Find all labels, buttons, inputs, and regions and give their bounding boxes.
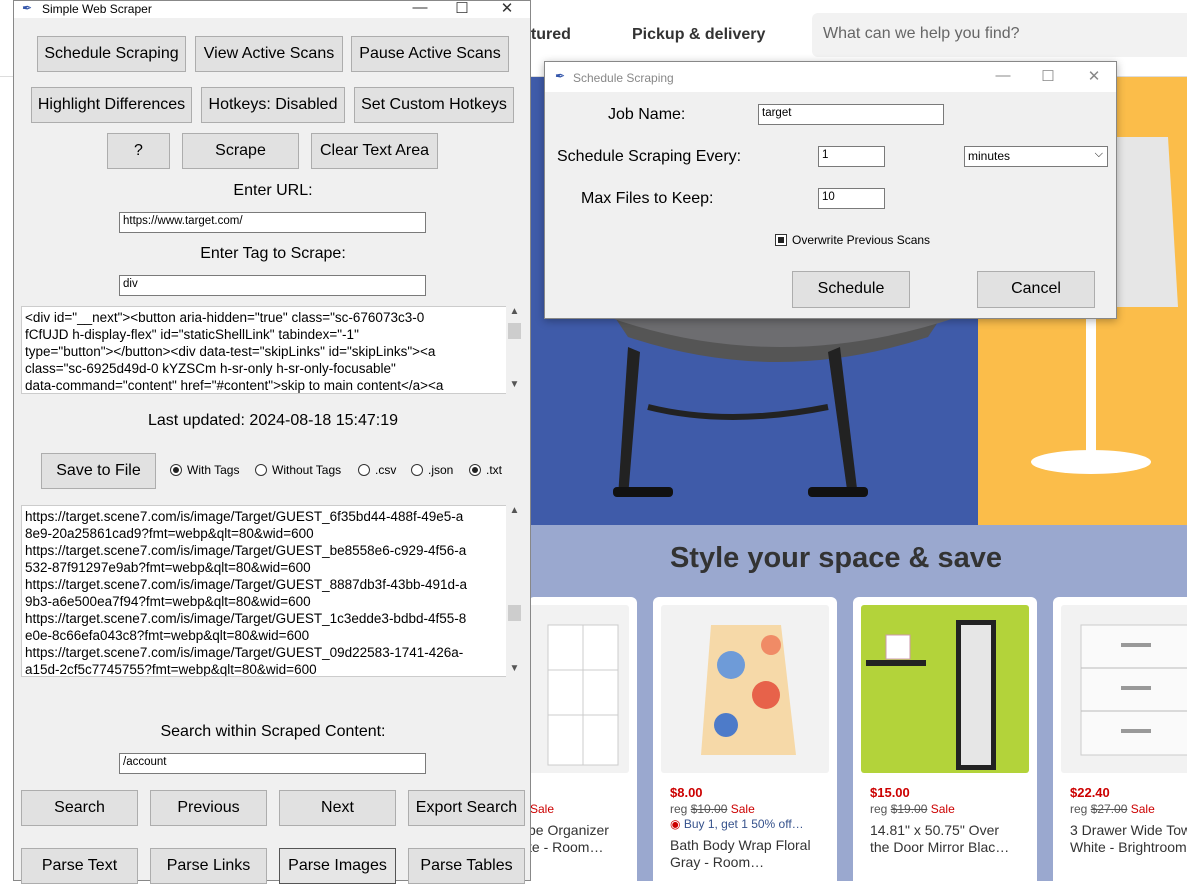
window-title: Simple Web Scraper [42,2,152,16]
html-output-textarea[interactable]: <div id="__next"><button aria-hidden="tr… [21,306,507,394]
scroll-thumb[interactable] [508,323,521,339]
radio-csv[interactable]: .csv [358,463,396,477]
schedule-button[interactable]: Schedule [792,271,910,308]
scroll-down-icon[interactable]: ▼ [506,663,523,677]
close-icon[interactable]: ✕ [1080,67,1108,85]
product-image [528,605,629,773]
max-files-input[interactable]: 10 [818,188,885,209]
radio-txt[interactable]: .txt [469,463,502,477]
feather-icon: ✒ [555,69,566,83]
maximize-icon[interactable]: ☐ [1034,67,1062,85]
job-name-label: Job Name: [608,106,686,123]
product-price: $22.40 [1070,785,1110,800]
html-output-scrollbar[interactable]: ▲ ▼ [506,306,523,394]
product-card-1[interactable]: Sale be Organizer te - Room… [528,597,637,887]
product-image [861,605,1029,773]
search-content-label: Search within Scraped Content: [160,723,386,740]
maximize-icon[interactable]: ☐ [448,0,476,17]
clear-text-area-button[interactable]: Clear Text Area [311,133,438,169]
parse-tables-button[interactable]: Parse Tables [408,848,525,884]
interval-unit-select[interactable]: minutes ⌵ [964,146,1108,167]
max-files-label: Max Files to Keep: [581,190,714,207]
save-to-file-button[interactable]: Save to File [41,453,156,489]
product-title[interactable]: 14.81" x 50.75" Over the Door Mirror Bla… [870,822,1009,856]
radio-selected-icon [170,464,182,476]
scraper-titlebar[interactable]: ✒ Simple Web Scraper — ☐ ✕ [14,0,530,18]
site-search-input[interactable]: What can we help you find? [812,13,1187,57]
scroll-thumb[interactable] [508,605,521,621]
radio-empty-icon [358,464,370,476]
parse-text-button[interactable]: Parse Text [21,848,138,884]
view-active-scans-button[interactable]: View Active Scans [195,36,343,72]
promo-target-icon: ◉ [670,817,681,831]
radio-empty-icon [411,464,423,476]
tag-label: Enter Tag to Scrape: [200,245,346,262]
parse-links-button[interactable]: Parse Links [150,848,267,884]
product-sale: Sale [530,802,555,816]
product-reg-price: reg $27.00 Sale [1070,802,1155,816]
radio-without-tags[interactable]: Without Tags [255,463,341,477]
pause-active-scans-button[interactable]: Pause Active Scans [351,36,509,72]
product-reg-price: reg $10.00 Sale [670,802,755,816]
product-promo: ◉ Buy 1, get 1 50% off… [670,817,804,831]
product-card-2[interactable]: $8.00 reg $10.00 Sale ◉ Buy 1, get 1 50%… [653,597,837,887]
search-content-input[interactable]: /account [119,753,426,774]
url-label: Enter URL: [233,182,313,199]
checkbox-checked-icon [775,234,787,246]
product-price: $15.00 [870,785,910,800]
previous-button[interactable]: Previous [150,790,267,826]
url-input[interactable]: https://www.target.com/ [119,212,426,233]
cancel-button[interactable]: Cancel [977,271,1095,308]
hotkeys-toggle-button[interactable]: Hotkeys: Disabled [201,87,345,123]
product-card-4[interactable]: $22.40 reg $27.00 Sale 3 Drawer Wide Tow… [1053,597,1187,887]
nav-pickup-delivery[interactable]: Pickup & delivery [632,26,765,44]
minimize-icon[interactable]: — [406,0,434,16]
product-reg-price: reg $19.00 Sale [870,802,955,816]
radio-selected-icon [469,464,481,476]
highlight-differences-button[interactable]: Highlight Differences [31,87,192,123]
interval-unit-value: minutes [968,149,1011,163]
scroll-down-icon[interactable]: ▼ [506,379,523,393]
minimize-icon[interactable]: — [989,67,1017,84]
scrape-button[interactable]: Scrape [182,133,299,169]
images-output-scrollbar[interactable]: ▲ ▼ [506,505,523,677]
product-image [1061,605,1187,773]
promo-title: Style your space & save [669,542,1003,574]
radio-empty-icon [255,464,267,476]
scroll-up-icon[interactable]: ▲ [506,505,523,519]
schedule-scraping-button[interactable]: Schedule Scraping [37,36,186,72]
help-button[interactable]: ? [107,133,170,169]
scraper-window: ✒ Simple Web Scraper — ☐ ✕ Schedule Scra… [13,0,531,884]
product-title[interactable]: be Organizer te - Room… [528,822,609,856]
radio-json[interactable]: .json [411,463,453,477]
images-output-textarea[interactable]: https://target.scene7.com/is/image/Targe… [21,505,507,677]
schedule-every-input[interactable]: 1 [818,146,885,167]
scroll-up-icon[interactable]: ▲ [506,306,523,320]
last-updated-label: Last updated: 2024-08-18 15:47:19 [148,412,398,429]
product-price: $8.00 [670,785,703,800]
search-button[interactable]: Search [21,790,138,826]
dialog-title: Schedule Scraping [573,71,674,85]
product-image [661,605,829,773]
set-custom-hotkeys-button[interactable]: Set Custom Hotkeys [354,87,514,123]
radio-with-tags[interactable]: With Tags [170,463,239,477]
product-title[interactable]: Bath Body Wrap Floral Gray - Room… [670,837,811,871]
product-card-3[interactable]: $15.00 reg $19.00 Sale 14.81" x 50.75" O… [853,597,1037,887]
export-search-button[interactable]: Export Search [408,790,525,826]
job-name-input[interactable]: target [758,104,944,125]
product-title[interactable]: 3 Drawer Wide Tow White - Brightroom [1070,822,1187,856]
next-button[interactable]: Next [279,790,396,826]
chevron-down-icon: ⌵ [1094,148,1103,160]
feather-icon: ✒ [22,1,33,15]
parse-images-button[interactable]: Parse Images [279,848,396,884]
tag-input[interactable]: div [119,275,426,296]
dialog-titlebar[interactable]: ✒ Schedule Scraping — ☐ ✕ [545,62,1116,92]
schedule-dialog: ✒ Schedule Scraping — ☐ ✕ Job Name: targ… [544,61,1117,319]
schedule-every-label: Schedule Scraping Every: [557,148,742,165]
overwrite-checkbox[interactable]: Overwrite Previous Scans [775,233,930,247]
close-icon[interactable]: ✕ [493,0,521,17]
